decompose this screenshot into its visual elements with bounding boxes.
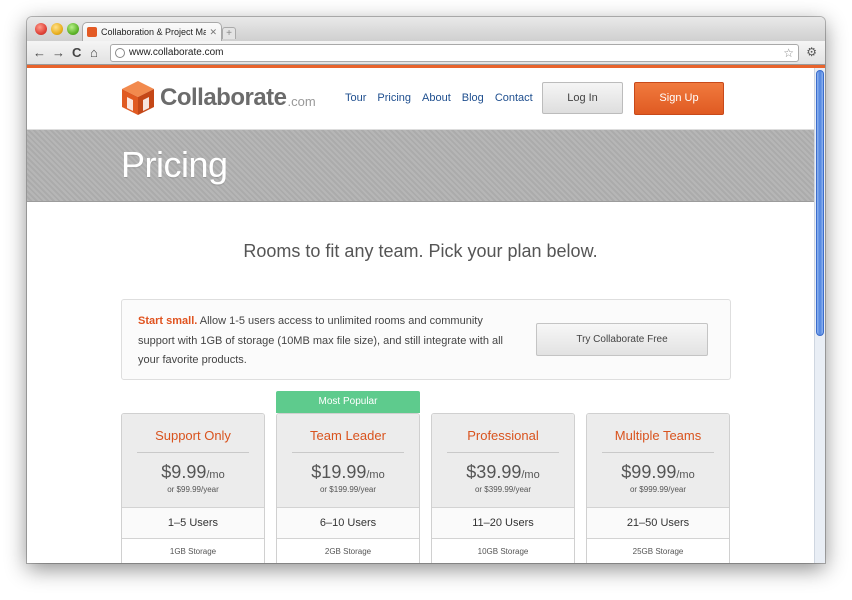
plan-header: Support Only $9.99/mo or $99.99/year: [122, 414, 264, 508]
plan-divider: [602, 452, 714, 453]
plan-users: 6–10 Users: [277, 508, 419, 539]
plan-name: Support Only: [155, 428, 231, 443]
logo-domain: .com: [287, 94, 316, 109]
plan-storage: 2GB Storage: [324, 547, 372, 556]
plan-price-period: /mo: [521, 469, 540, 481]
site-header: Collaborate .com Tour Pricing About Blog…: [27, 68, 814, 130]
plan-price: $19.99/mo: [277, 462, 419, 483]
plan-yearly-price: or $399.99/year: [474, 485, 532, 494]
plan-yearly-price: or $999.99/year: [629, 485, 687, 494]
zoom-window-button[interactable]: [67, 23, 79, 35]
plan-price-amount: $9.99: [161, 462, 207, 482]
tab-bar: Collaboration & Project Man ✕ +: [27, 17, 825, 41]
plan-header: Team Leader $19.99/mo or $199.99/year: [277, 414, 419, 508]
plan-users: 1–5 Users: [122, 508, 264, 539]
address-bar[interactable]: www.collaborate.com ☆: [110, 44, 799, 62]
scrollbar-thumb[interactable]: [816, 70, 824, 336]
plan-divider: [447, 452, 559, 453]
globe-icon: [115, 48, 125, 58]
plan-name: Multiple Teams: [614, 428, 702, 443]
tab-close-icon[interactable]: ✕: [209, 27, 217, 38]
close-window-button[interactable]: [35, 23, 47, 35]
browser-window: Collaboration & Project Man ✕ + ← → C ⌂ …: [27, 17, 825, 563]
plan-divider: [292, 452, 404, 453]
tab-title: Collaboration & Project Man: [101, 27, 207, 37]
plan-price-period: /mo: [366, 469, 385, 481]
nav-link-pricing[interactable]: Pricing: [377, 92, 411, 104]
page-title: Pricing: [121, 144, 228, 185]
browser-tab[interactable]: Collaboration & Project Man ✕: [82, 22, 222, 41]
plan-storage: 25GB Storage: [632, 547, 684, 556]
plan-price-period: /mo: [676, 469, 695, 481]
browser-toolbar: ← → C ⌂ www.collaborate.com ☆ ⚙: [27, 41, 825, 65]
plan-price-amount: $99.99: [621, 462, 677, 482]
reload-icon[interactable]: C: [72, 45, 81, 61]
plan-price-amount: $39.99: [466, 462, 522, 482]
try-free-button[interactable]: Try Collaborate Free: [536, 323, 708, 356]
main-nav: Tour Pricing About Blog Contact: [345, 92, 533, 104]
plan-card-team-leader[interactable]: Team Leader $19.99/mo or $199.99/year 6–…: [276, 413, 420, 563]
minimize-window-button[interactable]: [51, 23, 63, 35]
page-viewport: Collaborate .com Tour Pricing About Blog…: [27, 68, 814, 563]
plan-card-multiple-teams[interactable]: Multiple Teams $99.99/mo or $999.99/year…: [586, 413, 730, 563]
plan-price-period: /mo: [206, 469, 225, 481]
nav-link-about[interactable]: About: [422, 92, 451, 104]
pricing-tagline: Rooms to fit any team. Pick your plan be…: [243, 241, 598, 261]
favicon-icon: [87, 27, 97, 37]
plan-price-amount: $19.99: [311, 462, 367, 482]
free-plan-box: Start small. Allow 1-5 users access to u…: [121, 299, 731, 380]
new-tab-button[interactable]: +: [222, 27, 236, 39]
plan-name: Team Leader: [310, 428, 386, 443]
plan-card-support-only[interactable]: Support Only $9.99/mo or $99.99/year 1–5…: [121, 413, 265, 563]
plan-storage: 10GB Storage: [477, 547, 529, 556]
most-popular-badge: Most Popular: [276, 391, 420, 413]
back-arrow-icon[interactable]: ←: [33, 45, 46, 61]
nav-link-tour[interactable]: Tour: [345, 92, 366, 104]
signup-button[interactable]: Sign Up: [634, 82, 724, 115]
plan-price: $99.99/mo: [587, 462, 729, 483]
logo-wordmark: Collaborate: [160, 84, 287, 111]
plan-users: 21–50 Users: [587, 508, 729, 539]
plan-header: Professional $39.99/mo or $399.99/year: [432, 414, 574, 508]
forward-arrow-icon[interactable]: →: [52, 45, 65, 61]
home-icon[interactable]: ⌂: [90, 45, 98, 61]
plan-storage: 1GB Storage: [169, 547, 217, 556]
plan-yearly-price: or $199.99/year: [319, 485, 377, 494]
plan-price: $39.99/mo: [432, 462, 574, 483]
page-banner: Pricing: [27, 130, 814, 202]
bookmark-star-icon[interactable]: ☆: [783, 45, 794, 61]
nav-link-blog[interactable]: Blog: [462, 92, 484, 104]
site-logo[interactable]: Collaborate .com: [121, 80, 316, 116]
plan-price: $9.99/mo: [122, 462, 264, 483]
wrench-icon[interactable]: ⚙: [806, 45, 817, 59]
plan-header: Multiple Teams $99.99/mo or $999.99/year: [587, 414, 729, 508]
plan-users: 11–20 Users: [432, 508, 574, 539]
free-plan-highlight: Start small.: [138, 315, 198, 327]
address-url: www.collaborate.com: [129, 47, 224, 58]
vertical-scrollbar[interactable]: [814, 68, 825, 563]
plan-yearly-price: or $99.99/year: [167, 485, 219, 494]
plan-divider: [137, 452, 249, 453]
plan-card-professional[interactable]: Professional $39.99/mo or $399.99/year 1…: [431, 413, 575, 563]
login-button[interactable]: Log In: [542, 82, 623, 114]
free-plan-description: Start small. Allow 1-5 users access to u…: [138, 312, 518, 371]
nav-link-contact[interactable]: Contact: [495, 92, 533, 104]
logo-cube-icon: [122, 81, 154, 115]
plan-name: Professional: [467, 428, 539, 443]
